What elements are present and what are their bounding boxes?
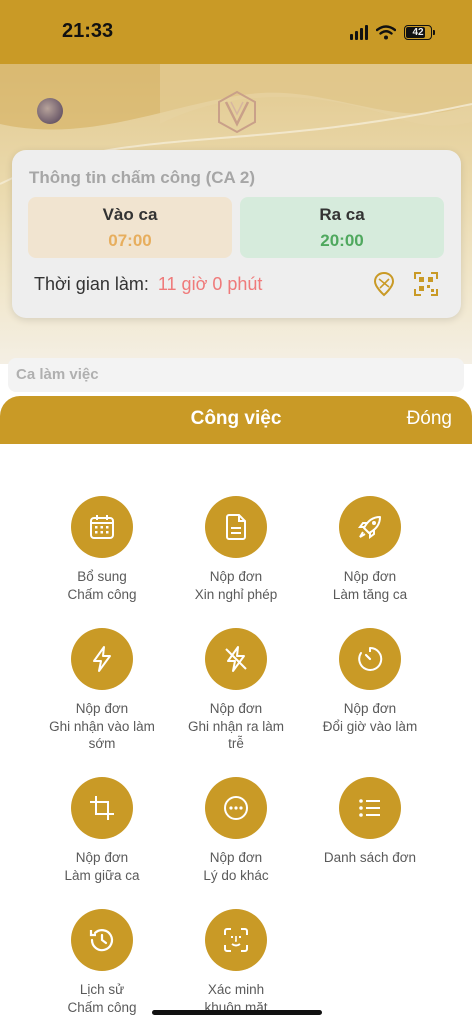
work-time-label: Thời gian làm: xyxy=(34,274,149,294)
list-icon xyxy=(339,777,401,839)
location-pin-icon[interactable] xyxy=(370,270,398,298)
wifi-icon xyxy=(376,24,396,39)
signal-icon xyxy=(350,24,368,40)
tile-label-line: Nộp đơn xyxy=(209,701,263,716)
tile-label-line: Chấm công xyxy=(67,586,137,602)
sheet-title: Công việc xyxy=(190,408,282,429)
tile-label-line: sớm xyxy=(88,736,116,751)
attendance-card: Thông tin chấm công (CA 2) Vào ca 07:00 … xyxy=(12,150,461,318)
tile-label-line: Xác minh xyxy=(207,982,265,997)
crop-icon xyxy=(71,777,133,839)
sheet-header: Công việc Đóng xyxy=(0,396,472,444)
tile-label: Nộp đơn Làm giữa ca xyxy=(27,849,177,884)
check-in-label: Vào ca xyxy=(102,205,158,224)
history-icon xyxy=(71,909,133,971)
tile-label-line: Làm tăng ca xyxy=(332,586,408,602)
tile-label-line: Đổi giờ vào làm xyxy=(322,718,418,734)
tile-request-list[interactable]: Danh sách đơn xyxy=(295,777,445,867)
tile-late-check-out[interactable]: Nộp đơn Ghi nhận ra làm trễ xyxy=(161,628,311,753)
tile-label: Nộp đơn Lý do khác xyxy=(161,849,311,884)
lightning-off-icon xyxy=(205,628,267,690)
work-shift-section-label: Ca làm việc xyxy=(8,358,464,392)
close-button[interactable]: Đóng xyxy=(407,408,452,430)
tile-mid-shift[interactable]: Nộp đơn Làm giữa ca xyxy=(27,777,177,884)
avatar[interactable] xyxy=(37,98,63,124)
tile-label-line: trễ xyxy=(228,736,244,751)
tile-label-line: Nộp đơn xyxy=(209,569,263,584)
tile-change-start-time[interactable]: Nộp đơn Đổi giờ vào làm xyxy=(295,628,445,735)
rocket-icon xyxy=(339,496,401,558)
status-time: 21:33 xyxy=(62,20,114,42)
tile-label-line: Lịch sử xyxy=(79,982,125,997)
tile-label: Nộp đơn Đổi giờ vào làm xyxy=(295,700,445,735)
check-out-label: Ra ca xyxy=(319,205,365,224)
tile-label-line: Nộp đơn xyxy=(209,850,263,865)
tile-label-line: Bổ sung xyxy=(77,569,127,584)
tile-label-line: Xin nghỉ phép xyxy=(194,586,278,602)
check-in-box[interactable]: Vào ca 07:00 xyxy=(28,197,232,258)
timer-icon xyxy=(339,628,401,690)
tile-label: Nộp đơn Làm tăng ca xyxy=(295,568,445,603)
face-id-icon xyxy=(205,909,267,971)
check-out-box[interactable]: Ra ca 20:00 xyxy=(240,197,444,258)
calendar-icon xyxy=(71,496,133,558)
battery-icon: 42 xyxy=(404,24,435,40)
status-bar: 21:33 42 xyxy=(0,0,472,64)
check-out-time: 20:00 xyxy=(320,231,364,250)
tile-label: Nộp đơn Xin nghỉ phép xyxy=(161,568,311,603)
tile-label-line: Nộp đơn xyxy=(75,701,129,716)
tile-leave-request[interactable]: Nộp đơn Xin nghỉ phép xyxy=(161,496,311,603)
lightning-icon xyxy=(71,628,133,690)
tile-label: Nộp đơn Ghi nhận ra làm trễ xyxy=(161,700,311,753)
tile-overtime-request[interactable]: Nộp đơn Làm tăng ca xyxy=(295,496,445,603)
home-indicator[interactable] xyxy=(152,1010,322,1015)
company-logo xyxy=(218,90,256,134)
work-time-value: 11 giờ 0 phút xyxy=(157,274,263,294)
tile-label-line: Nộp đơn xyxy=(75,850,129,865)
tile-attendance-history[interactable]: Lịch sử Chấm công xyxy=(27,909,177,1016)
tile-label-line: Danh sách đơn xyxy=(323,850,417,865)
battery-level: 42 xyxy=(412,26,424,38)
work-time-row: Thời gian làm: 11 giờ 0 phút xyxy=(34,274,262,295)
check-in-time: 07:00 xyxy=(108,231,152,250)
tile-label-line: Nộp đơn xyxy=(343,701,397,716)
tile-label: Bổ sung Chấm công xyxy=(27,568,177,603)
tile-face-verification[interactable]: Xác minh khuôn mặt xyxy=(161,909,311,1016)
tile-other-reason[interactable]: Nộp đơn Lý do khác xyxy=(161,777,311,884)
tile-label-line: Ghi nhận vào làm xyxy=(49,718,155,734)
tile-label-line: Làm giữa ca xyxy=(64,867,140,883)
tile-label: Nộp đơn Ghi nhận vào làm sớm xyxy=(27,700,177,753)
tile-add-attendance[interactable]: Bổ sung Chấm công xyxy=(27,496,177,603)
document-icon xyxy=(205,496,267,558)
status-icons: 42 xyxy=(350,20,435,44)
more-icon xyxy=(205,777,267,839)
tile-label-line: Nộp đơn xyxy=(343,569,397,584)
tile-label-line: Lý do khác xyxy=(203,867,269,883)
tile-label-line: Ghi nhận ra làm xyxy=(187,718,285,734)
tile-early-check-in[interactable]: Nộp đơn Ghi nhận vào làm sớm xyxy=(27,628,177,753)
attendance-card-title: Thông tin chấm công (CA 2) xyxy=(29,168,256,187)
qr-code-icon[interactable] xyxy=(412,270,440,298)
tile-label: Danh sách đơn xyxy=(295,849,445,867)
